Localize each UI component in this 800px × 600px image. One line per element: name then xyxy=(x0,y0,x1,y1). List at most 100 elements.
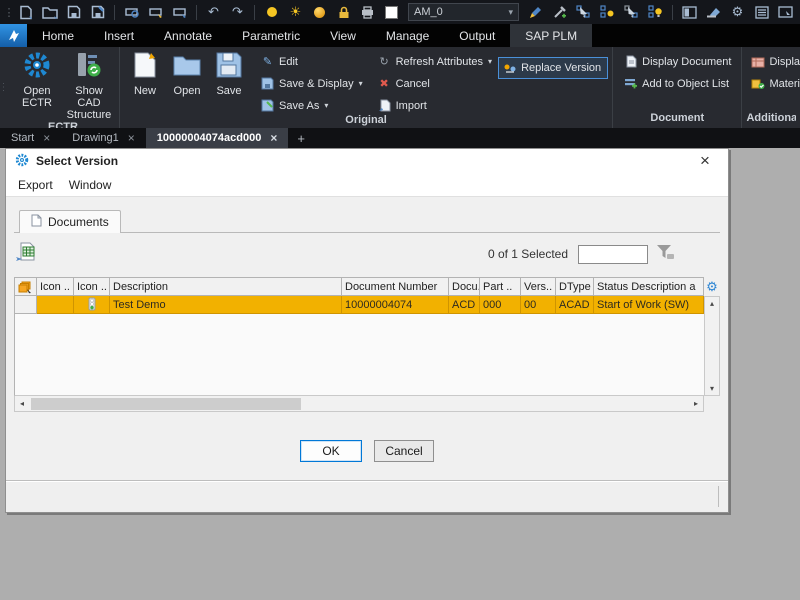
close-icon[interactable]: × xyxy=(691,150,719,172)
print-icon[interactable] xyxy=(356,2,379,22)
row-icon2-cell[interactable] xyxy=(74,296,110,314)
layer-combo[interactable]: AM_0 ▾ xyxy=(408,3,519,21)
table-empty-area xyxy=(14,314,704,396)
horizontal-scrollbar[interactable]: ◂ ▸ xyxy=(14,396,704,412)
show-cad-structure-button[interactable]: Show CAD Structure xyxy=(63,48,115,121)
redo-icon[interactable]: ↷ xyxy=(226,2,249,22)
refresh-attributes-label: Refresh Attributes xyxy=(396,56,483,68)
display-bom-button[interactable]: Display Bill of Mater xyxy=(750,53,800,70)
row-status-cell[interactable]: Start of Work (SW) xyxy=(594,296,704,314)
new-file-icon[interactable] xyxy=(14,2,37,22)
isolate-objects-icon[interactable] xyxy=(644,2,667,22)
eraser-icon[interactable] xyxy=(702,2,725,22)
new-tab-button[interactable]: + xyxy=(288,128,314,148)
close-icon[interactable]: × xyxy=(43,131,50,145)
ribbon-tab-output[interactable]: Output xyxy=(444,24,510,47)
doc-tab-start[interactable]: Start × xyxy=(0,128,61,148)
doc-tab-10000004074acd000[interactable]: 10000004074acd000 × xyxy=(146,128,289,148)
close-icon[interactable]: × xyxy=(128,131,135,145)
scroll-up-icon[interactable]: ▴ xyxy=(705,299,719,308)
ribbon-tab-home[interactable]: Home xyxy=(27,24,89,47)
edit-button[interactable]: ✎ Edit xyxy=(260,53,363,70)
app-menu-button[interactable] xyxy=(0,24,27,47)
replace-version-button[interactable]: Replace Version xyxy=(498,57,608,79)
dialog-title-bar[interactable]: Select Version × xyxy=(6,149,728,173)
deselect-icon[interactable] xyxy=(620,2,643,22)
column-header-document-number[interactable]: Document Number xyxy=(342,278,449,296)
add-to-object-list-button[interactable]: Add to Object List xyxy=(623,75,731,92)
lightbulb-icon[interactable] xyxy=(260,2,283,22)
ok-button[interactable]: OK xyxy=(300,440,362,462)
plot-icon[interactable] xyxy=(144,2,167,22)
column-header-select-all[interactable] xyxy=(15,278,37,296)
open-button[interactable]: Open xyxy=(166,48,208,114)
filter-input[interactable] xyxy=(578,245,648,264)
menu-export[interactable]: Export xyxy=(11,175,60,195)
display-document-button[interactable]: Display Document xyxy=(623,53,731,70)
material-button[interactable]: Material ▾ xyxy=(750,75,800,92)
column-header-dtype[interactable]: DType xyxy=(556,278,594,296)
scroll-left-icon[interactable]: ◂ xyxy=(15,399,29,408)
table-settings-gear-icon[interactable]: ⚙ xyxy=(704,277,720,296)
save-as-icon[interactable] xyxy=(86,2,109,22)
row-document-number-cell[interactable]: 10000004074 xyxy=(342,296,449,314)
drawing-explorer-icon[interactable] xyxy=(750,2,773,22)
ribbon-tab-annotate[interactable]: Annotate xyxy=(149,24,227,47)
select-similar-icon[interactable] xyxy=(572,2,595,22)
refresh-attributes-button[interactable]: ↻ Refresh Attributes ▾ xyxy=(377,53,492,70)
plot-preview-icon[interactable] xyxy=(120,2,143,22)
panels-icon[interactable] xyxy=(678,2,701,22)
open-file-icon[interactable] xyxy=(38,2,61,22)
ribbon-tab-manage[interactable]: Manage xyxy=(371,24,444,47)
undo-icon[interactable]: ↶ xyxy=(202,2,225,22)
tab-documents[interactable]: Documents xyxy=(19,210,121,233)
row-description-cell[interactable]: Test Demo xyxy=(110,296,342,314)
export-table-icon[interactable] xyxy=(14,240,38,269)
save-button[interactable]: Save xyxy=(208,48,250,114)
ribbon-tab-insert[interactable]: Insert xyxy=(89,24,149,47)
eyedropper-icon[interactable] xyxy=(548,2,571,22)
menu-window[interactable]: Window xyxy=(62,175,119,195)
clean-screen-icon[interactable] xyxy=(774,2,797,22)
column-header-icon2[interactable]: Icon .. xyxy=(74,278,110,296)
apply-filter-icon[interactable] xyxy=(654,243,676,266)
settings-gears-icon[interactable]: ⚙ xyxy=(726,2,749,22)
row-selector-cell[interactable] xyxy=(15,296,37,314)
column-header-icon1[interactable]: Icon .. xyxy=(37,278,74,296)
row-document-type-cell[interactable]: ACD xyxy=(449,296,480,314)
import-button[interactable]: Import xyxy=(377,97,492,114)
column-header-part[interactable]: Part .. xyxy=(480,278,521,296)
row-part-cell[interactable]: 000 xyxy=(480,296,521,314)
close-icon[interactable]: × xyxy=(270,131,277,145)
doc-tab-drawing1[interactable]: Drawing1 × xyxy=(61,128,145,148)
sun-brightness-icon[interactable]: ☀ xyxy=(284,2,307,22)
row-version-cell[interactable]: 00 xyxy=(521,296,556,314)
cancel-button[interactable]: Cancel xyxy=(374,440,434,462)
ribbon-tab-sap-plm[interactable]: SAP PLM xyxy=(510,24,592,47)
open-ectr-button[interactable]: Open ECTR xyxy=(11,48,63,121)
row-icon1-cell[interactable] xyxy=(37,296,74,314)
new-button[interactable]: New xyxy=(124,48,166,114)
add-to-selection-icon[interactable] xyxy=(596,2,619,22)
ribbon-tab-view[interactable]: View xyxy=(315,24,371,47)
lock-icon[interactable] xyxy=(332,2,355,22)
save-and-display-button[interactable]: Save & Display ▾ xyxy=(260,75,363,92)
column-header-docu[interactable]: Docu... xyxy=(449,278,480,296)
color-swatch[interactable] xyxy=(380,2,403,22)
scroll-down-icon[interactable]: ▾ xyxy=(705,384,719,393)
scroll-right-icon[interactable]: ▸ xyxy=(689,399,703,408)
publish-icon[interactable] xyxy=(168,2,191,22)
save-as-button[interactable]: Save As ▾ xyxy=(260,97,363,114)
render-sphere-icon[interactable] xyxy=(308,2,331,22)
cancel-checkout-button[interactable]: ✖ Cancel xyxy=(377,75,492,92)
save-icon[interactable] xyxy=(62,2,85,22)
ribbon-tab-parametric[interactable]: Parametric xyxy=(227,24,315,47)
column-header-vers[interactable]: Vers.. xyxy=(521,278,556,296)
horizontal-scroll-thumb[interactable] xyxy=(31,398,301,410)
column-header-status-description[interactable]: Status Description a xyxy=(594,278,704,296)
column-header-description[interactable]: Description xyxy=(110,278,342,296)
match-properties-icon[interactable] xyxy=(524,2,547,22)
vertical-scrollbar[interactable]: ▴ ▾ xyxy=(704,296,720,396)
add-to-object-list-icon xyxy=(623,77,638,90)
row-dtype-cell[interactable]: ACAD xyxy=(556,296,594,314)
